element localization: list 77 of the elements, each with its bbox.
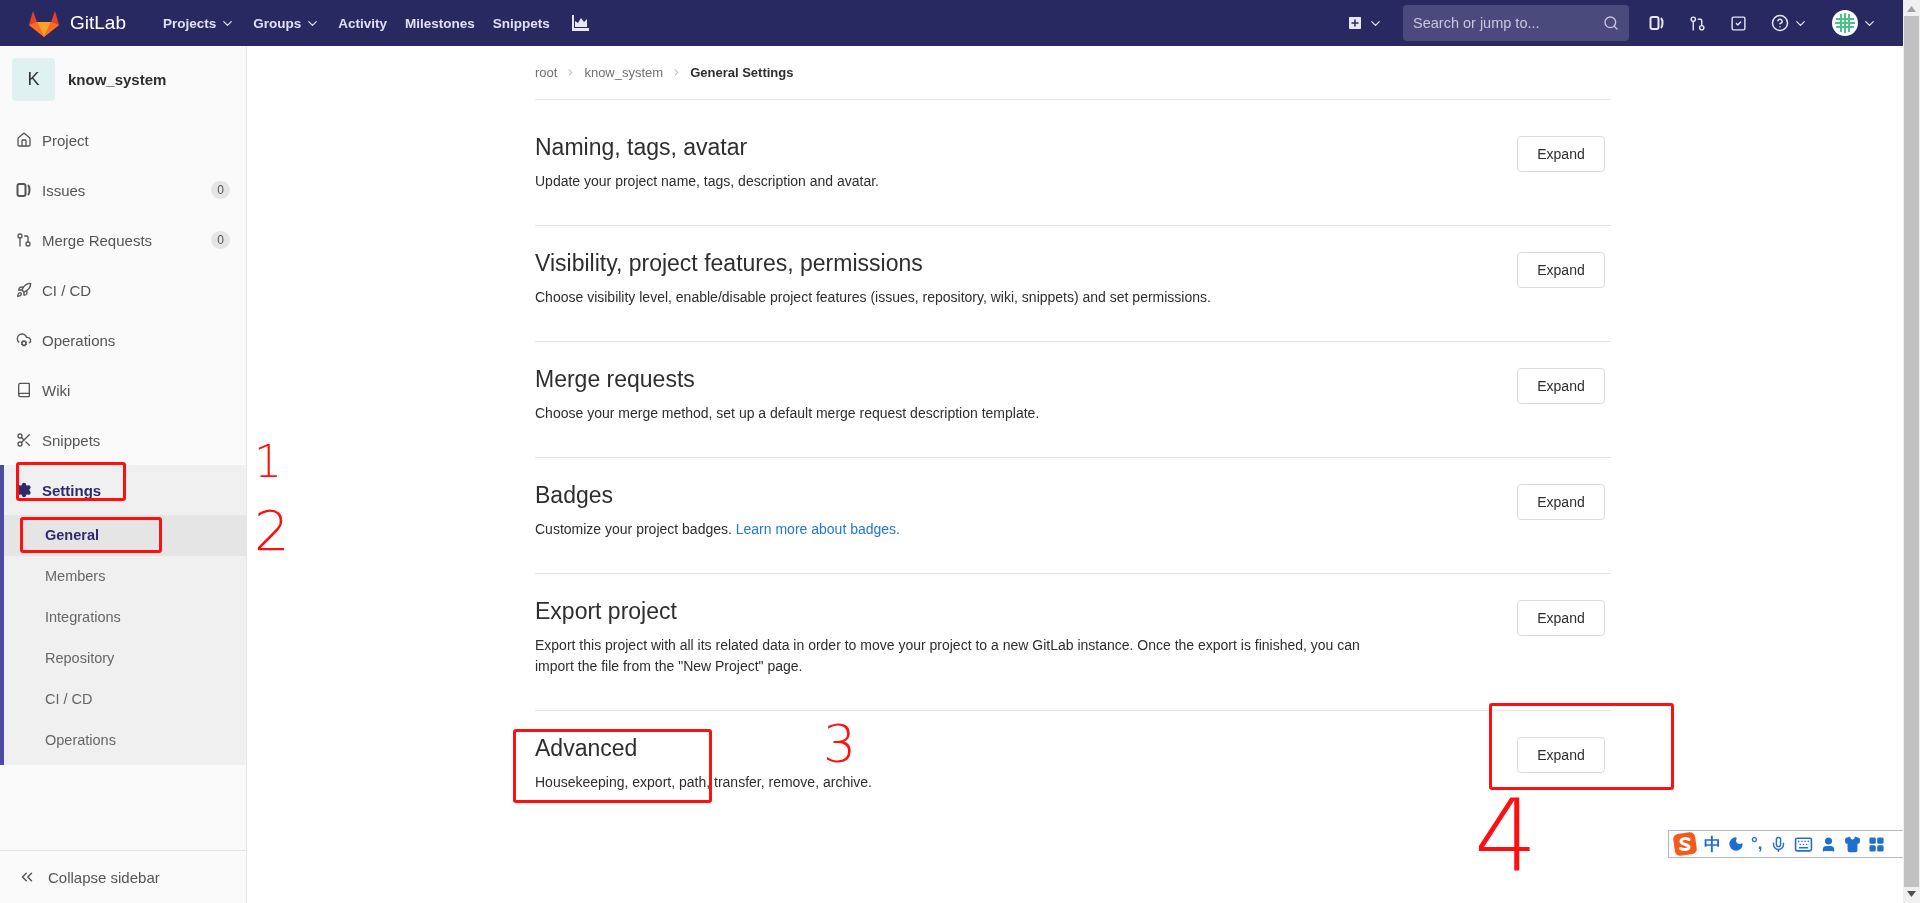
punctuation-toggle[interactable]: °,	[1751, 834, 1763, 854]
section-title: Badges	[535, 482, 613, 509]
home-icon	[16, 132, 32, 148]
count-badge: 0	[211, 181, 230, 199]
section-title: Export project	[535, 598, 677, 625]
sidebar-item[interactable]: Wiki	[0, 365, 246, 415]
grid-icon[interactable]	[1867, 835, 1885, 853]
section-title: Visibility, project features, permissions	[535, 250, 923, 277]
settings-icon	[16, 482, 32, 498]
section-description: Export this project with all its related data in order to move your project to a new GitLab instance. Once the export is finished, you can import the file from the "New Project" page.	[535, 636, 1361, 676]
expand-button[interactable]: Expand	[1517, 368, 1605, 404]
sidebar-subitem[interactable]: CI / CD	[4, 679, 246, 720]
avatar-icon	[1832, 10, 1858, 36]
annotation-number: 1	[254, 440, 282, 484]
annotation-number: 2	[254, 503, 290, 559]
book-icon	[16, 382, 32, 398]
scroll-up-icon	[1907, 6, 1916, 12]
nav-link[interactable]: Snippets	[483, 9, 559, 37]
moon-icon[interactable]	[1728, 836, 1744, 852]
input-mode-toggle[interactable]: 中	[1704, 832, 1721, 856]
sidebar-item[interactable]: Snippets	[0, 415, 246, 465]
scroll-down-icon	[1907, 891, 1916, 897]
expand-button[interactable]: Expand	[1517, 136, 1605, 172]
sidebar-item[interactable]: Settings	[0, 465, 246, 515]
cloud-gear-icon	[16, 332, 32, 348]
nav-link[interactable]: Activity	[329, 9, 397, 37]
annotation-number: 3	[823, 718, 857, 770]
breadcrumb-link[interactable]: know_system	[584, 65, 664, 80]
help-icon	[1771, 14, 1789, 32]
section-description: Choose your merge method, set up a default merge request description template.	[535, 404, 1041, 423]
section-description: Update your project name, tags, description and avatar.	[535, 172, 880, 191]
section-title: Naming, tags, avatar	[535, 134, 748, 161]
search-icon	[1603, 15, 1619, 31]
issues-icon	[1649, 15, 1665, 31]
section-title: Merge requests	[535, 366, 695, 393]
sidebar-subitem[interactable]: Operations	[4, 720, 246, 761]
section-description: Customize your project badges.	[535, 521, 732, 537]
merge-request-icon	[16, 232, 32, 248]
breadcrumb-link[interactable]: General Settings	[690, 65, 794, 80]
sidebar-subitem[interactable]: Repository	[4, 638, 246, 679]
section-description: Choose visibility level, enable/disable project features (issues, repository, wiki, snippets) and set permissions.	[535, 288, 1212, 307]
section-title: Advanced	[535, 735, 638, 762]
nav-link[interactable]: Projects	[154, 9, 245, 37]
expand-button[interactable]: Expand	[1517, 252, 1605, 288]
sidebar-item[interactable]: Merge Requests 0	[0, 215, 246, 265]
plus-icon	[1346, 14, 1364, 32]
nav-link[interactable]: Groups	[244, 9, 330, 37]
sidebar-subitem[interactable]: General	[4, 515, 246, 556]
collapse-sidebar-button[interactable]: Collapse sidebar	[0, 850, 246, 903]
chart-icon	[570, 15, 589, 31]
nav-link[interactable]: Milestones	[396, 9, 484, 37]
sidebar-item[interactable]: Project	[0, 115, 246, 165]
breadcrumb-link[interactable]: root	[535, 65, 558, 80]
sidebar-subitem[interactable]: Integrations	[4, 597, 246, 638]
expand-button[interactable]: Expand	[1517, 484, 1605, 520]
learn-more-link[interactable]: Learn more about badges.	[735, 521, 900, 537]
sidebar-item[interactable]: Operations	[0, 315, 246, 365]
expand-button[interactable]: Expand	[1517, 737, 1605, 773]
rocket-icon	[16, 282, 32, 298]
count-badge: 0	[211, 231, 230, 249]
checkbox-icon	[1730, 14, 1747, 32]
project-avatar: K	[12, 58, 55, 101]
annotation-number: 4	[1474, 786, 1538, 886]
expand-button[interactable]: Expand	[1517, 600, 1605, 636]
sidebar-item[interactable]: Issues 0	[0, 165, 246, 215]
scrollbar[interactable]	[1903, 0, 1920, 903]
keyboard-icon[interactable]	[1793, 834, 1813, 854]
issues-icon	[16, 182, 32, 198]
brand-name: GitLab	[70, 12, 126, 34]
merge-request-icon	[1689, 14, 1706, 32]
search-field[interactable]: Search or jump to...	[1403, 5, 1629, 41]
scissors-icon	[16, 432, 32, 448]
sidebar-subitem[interactable]: Members	[4, 556, 246, 597]
sidebar-item[interactable]: CI / CD	[0, 265, 246, 315]
section-description: Housekeeping, export, path, transfer, remove, archive.	[535, 773, 873, 792]
shirt-icon[interactable]	[1843, 835, 1861, 853]
project-name: know_system	[68, 71, 167, 88]
